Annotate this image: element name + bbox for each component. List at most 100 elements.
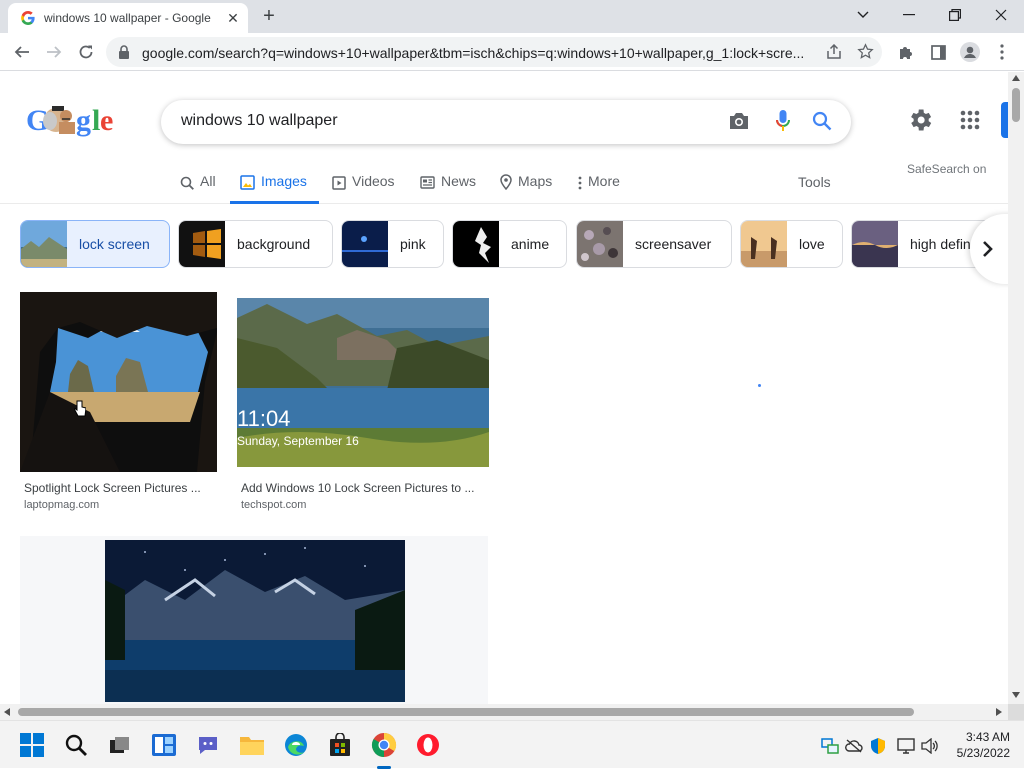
browser-tab[interactable]: windows 10 wallpaper - Google Se ✕ [8, 3, 248, 33]
new-tab-button[interactable]: + [258, 6, 280, 28]
horizontal-scrollbar[interactable] [0, 704, 1008, 720]
search-box[interactable]: windows 10 wallpaper [161, 100, 851, 144]
scroll-left-arrow-icon[interactable] [4, 708, 10, 716]
bookmark-star-icon[interactable] [857, 43, 874, 60]
apps-grid-icon [960, 110, 980, 130]
onedrive-tray-icon[interactable] [844, 736, 864, 756]
chip-lock-screen[interactable]: lock screen [20, 220, 170, 268]
result-source[interactable]: techspot.com [241, 499, 306, 511]
chip-label: anime [511, 236, 550, 252]
microphone-icon[interactable] [775, 109, 791, 133]
tab-news[interactable]: News [420, 168, 476, 204]
speaker-icon [921, 738, 938, 754]
result-thumbnail[interactable] [20, 292, 217, 472]
chip-label: screensaver [635, 236, 712, 252]
lock-icon[interactable] [118, 45, 130, 59]
chip-love[interactable]: love [740, 220, 843, 268]
reload-button[interactable] [73, 39, 99, 65]
arrow-right-icon [47, 46, 62, 58]
google-doodle-logo[interactable]: G g l e [26, 102, 118, 138]
tab-search-button[interactable] [840, 0, 886, 30]
tab-images[interactable]: Images [230, 168, 319, 204]
clock-date[interactable]: 5/23/2022 [946, 746, 1010, 760]
start-button[interactable] [16, 729, 48, 761]
tab-maps[interactable]: Maps [500, 168, 552, 204]
chip-thumbnail [21, 221, 67, 267]
close-tab-button[interactable]: ✕ [224, 9, 242, 27]
restore-button[interactable] [932, 0, 978, 30]
extensions-button[interactable] [893, 39, 919, 65]
opera-button[interactable] [412, 729, 444, 761]
image-result[interactable] [20, 536, 488, 704]
chip-screensaver[interactable]: screensaver [576, 220, 732, 268]
address-bar[interactable]: google.com/search?q=windows+10+wallpaper… [106, 37, 882, 67]
opera-icon [417, 734, 439, 756]
teams-chat-button[interactable] [192, 729, 224, 761]
windows-taskbar: 3:43 AM 5/23/2022 [0, 720, 1024, 769]
chip-label: lock screen [79, 236, 150, 252]
chip-anime[interactable]: anime [452, 220, 567, 268]
chevron-right-icon [983, 241, 993, 257]
sign-in-button[interactable] [1001, 102, 1008, 138]
edge-button[interactable] [280, 729, 312, 761]
tab-all[interactable]: All [180, 168, 216, 204]
file-explorer-button[interactable] [236, 729, 268, 761]
result-source[interactable]: laptopmag.com [24, 499, 99, 511]
windows-logo-icon [20, 733, 44, 757]
scroll-right-arrow-icon[interactable] [996, 708, 1002, 716]
sync-tray-icon[interactable] [820, 736, 840, 756]
close-icon [995, 9, 1007, 21]
vertical-scrollbar[interactable] [1008, 72, 1024, 704]
google-apps-button[interactable] [956, 106, 984, 134]
widgets-button[interactable] [148, 729, 180, 761]
microsoft-store-button[interactable] [324, 729, 356, 761]
scroll-down-arrow-icon[interactable] [1012, 692, 1020, 698]
chrome-taskbar-button[interactable] [368, 729, 400, 761]
result-thumbnail[interactable] [105, 540, 405, 702]
task-view-button[interactable] [104, 729, 136, 761]
tools-button[interactable]: Tools [798, 174, 831, 190]
tab-title: windows 10 wallpaper - Google Se [44, 11, 212, 25]
profile-button[interactable] [957, 39, 983, 65]
tab-videos[interactable]: Videos [332, 168, 395, 204]
chip-pink[interactable]: pink [341, 220, 444, 268]
google-favicon-icon [21, 11, 35, 25]
side-panel-button[interactable] [925, 39, 951, 65]
chrome-icon [371, 733, 397, 757]
image-result[interactable]: 11:04 Sunday, September 16 Add Windows 1… [237, 298, 489, 511]
back-button[interactable] [9, 39, 35, 65]
minimize-button[interactable] [886, 0, 932, 30]
image-result[interactable]: Spotlight Lock Screen Pictures ... lapto… [20, 292, 220, 511]
more-vert-icon [578, 176, 582, 190]
safesearch-toggle[interactable]: SafeSearch on [907, 162, 986, 176]
chip-background[interactable]: background [178, 220, 333, 268]
vertical-scroll-thumb[interactable] [1012, 88, 1020, 122]
chat-icon [199, 737, 217, 754]
result-title[interactable]: Add Windows 10 Lock Screen Pictures to .… [241, 481, 474, 495]
search-icon [180, 176, 194, 190]
search-icon[interactable] [812, 111, 832, 131]
svg-text:g: g [76, 104, 91, 137]
loading-indicator [758, 384, 761, 387]
chrome-menu-button[interactable] [989, 39, 1015, 65]
forward-button[interactable] [41, 39, 67, 65]
volume-tray-icon[interactable] [920, 736, 940, 756]
scroll-up-arrow-icon[interactable] [1012, 75, 1020, 81]
side-panel-icon [930, 44, 946, 60]
security-tray-icon[interactable] [868, 736, 888, 756]
tab-more[interactable]: More [578, 168, 620, 204]
horizontal-scroll-thumb[interactable] [18, 708, 914, 716]
search-input[interactable]: windows 10 wallpaper [181, 112, 338, 130]
refinement-chips: lock screen background pink anime screen… [0, 220, 1008, 268]
clock-time[interactable]: 3:43 AM [960, 730, 1010, 744]
profile-icon [960, 42, 980, 62]
close-window-button[interactable] [978, 0, 1024, 30]
network-tray-icon[interactable] [896, 736, 916, 756]
share-icon[interactable] [826, 44, 842, 60]
chip-thumbnail [741, 221, 787, 267]
settings-button[interactable] [906, 106, 934, 134]
result-title[interactable]: Spotlight Lock Screen Pictures ... [24, 481, 201, 495]
tab-news-label: News [441, 173, 477, 189]
taskbar-search-button[interactable] [60, 729, 92, 761]
camera-icon[interactable] [728, 111, 750, 131]
